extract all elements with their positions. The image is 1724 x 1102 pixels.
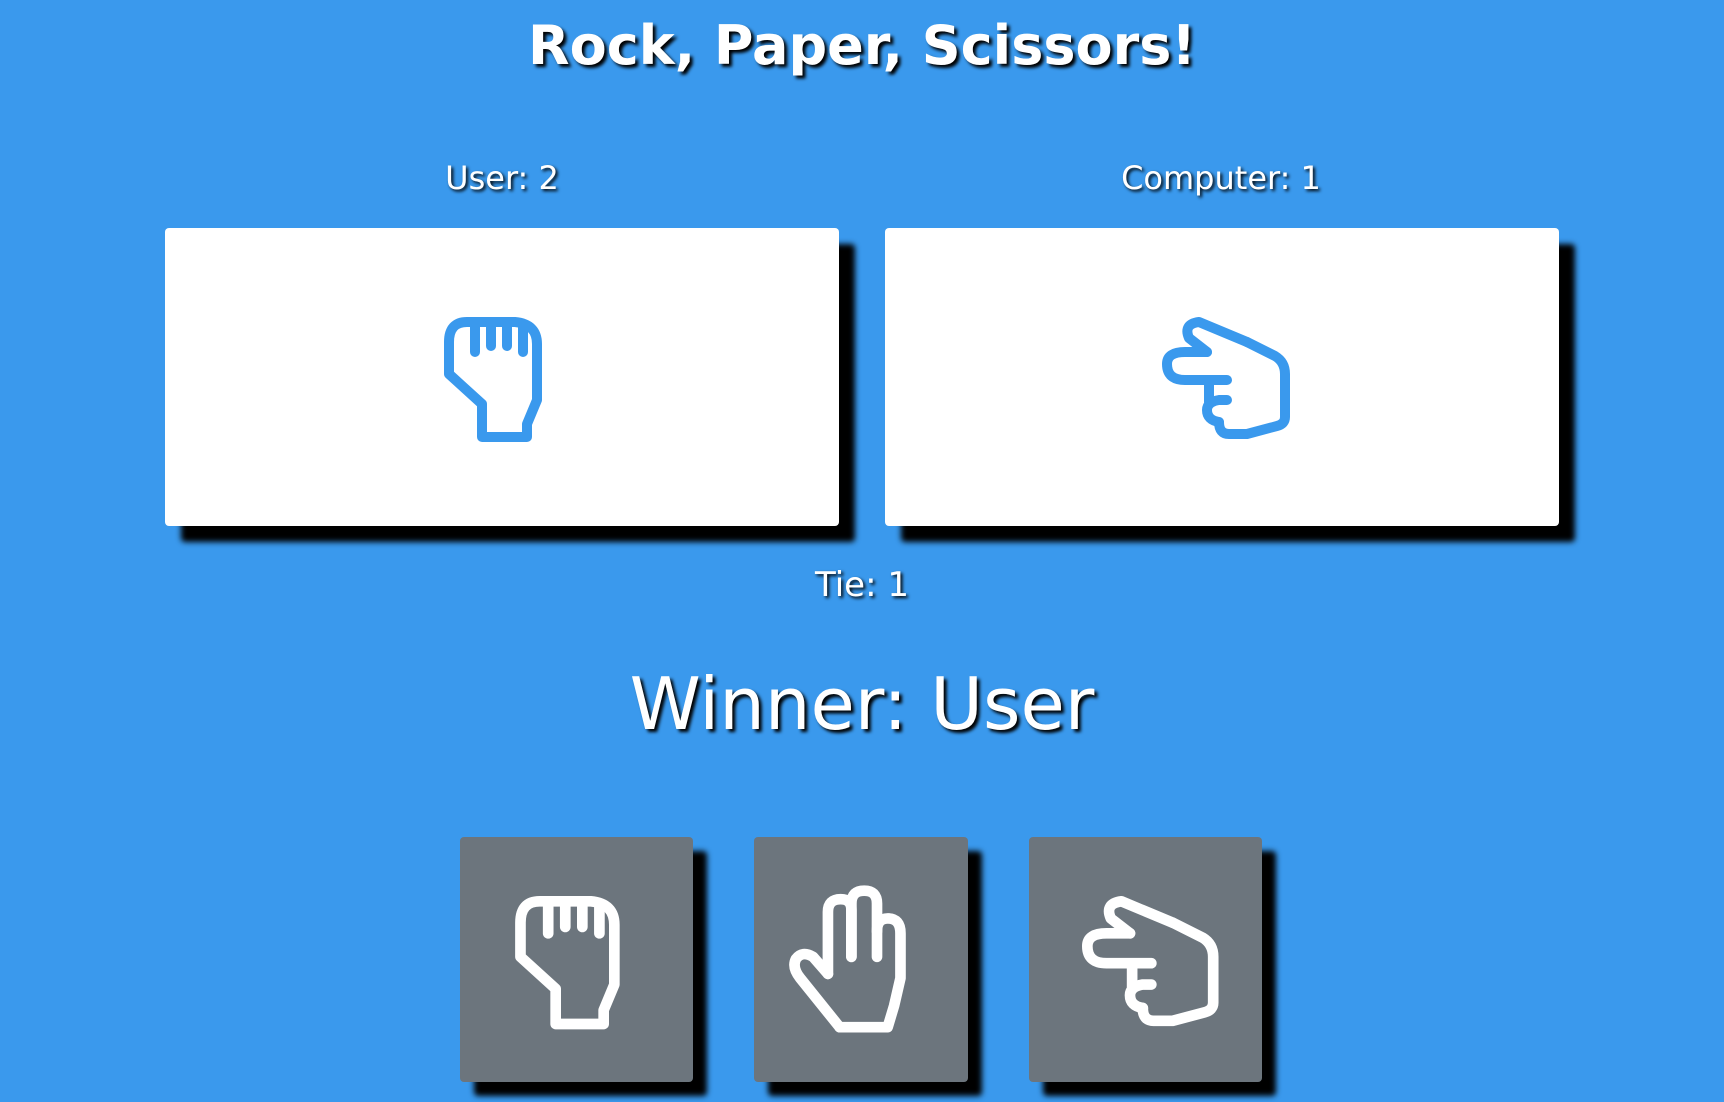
rock-icon <box>444 317 542 442</box>
rock-button[interactable] <box>460 837 693 1082</box>
paper-icon <box>789 884 906 1033</box>
user-score-label: User: 2 <box>445 159 559 197</box>
tie-count-label: Tie: 1 <box>815 565 909 605</box>
computer-score-label: Computer: 1 <box>1121 159 1321 197</box>
scissors-button[interactable] <box>1029 837 1262 1082</box>
winner-label: Winner: User <box>629 662 1095 746</box>
paper-button[interactable] <box>754 837 968 1082</box>
scissors-icon <box>1081 895 1219 1026</box>
page-title: Rock, Paper, Scissors! <box>528 14 1196 77</box>
computer-choice-card <box>885 228 1559 526</box>
user-choice-card <box>165 228 839 526</box>
scissors-icon <box>1162 317 1290 439</box>
rock-icon <box>514 895 620 1029</box>
